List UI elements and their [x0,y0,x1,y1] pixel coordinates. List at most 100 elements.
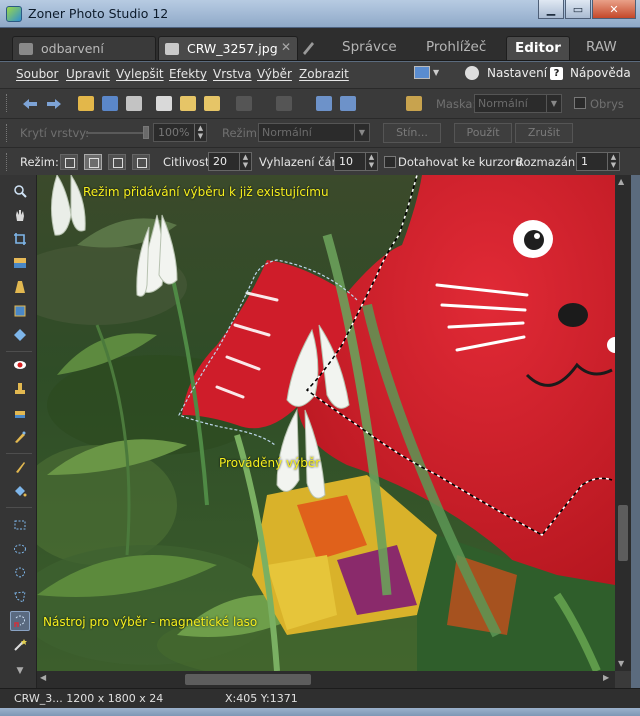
opacity-input[interactable]: 100% ▲ ▼ [153,123,207,142]
magnetic-lasso-tool-icon[interactable] [10,611,30,631]
mode-intersect-selection-icon[interactable] [132,154,150,170]
mode-add-selection-icon[interactable] [84,154,102,170]
zoom-fit-icon[interactable] [316,96,332,111]
image-icon [19,42,33,55]
perspective-tool-icon[interactable] [10,277,30,297]
copy-icon[interactable] [156,96,172,111]
opacity-label: Krytí vrstvy: [20,126,90,140]
mode-editor[interactable]: Editor [506,36,570,60]
close-window-button[interactable]: ✕ [592,0,636,19]
scroll-right-icon[interactable]: ▶ [603,673,609,682]
status-bar: CRW_3... 1200 x 1800 x 24 X:405 Y:1371 [0,688,640,708]
spin-arrows-icon: ▲ ▼ [365,153,377,170]
open-folder-icon[interactable] [78,96,94,111]
horizon-tool-icon[interactable] [10,253,30,273]
snap-to-cursor-checkbox[interactable] [384,156,396,168]
opacity-slider[interactable] [86,132,146,134]
mask-select[interactable]: Normální ▼ [474,94,562,113]
panel-scroll-down-icon[interactable]: ▼ [10,661,30,681]
lasso-tool-icon[interactable] [10,563,30,583]
selection-toolbar: Režim: Citlivost: 20 ▲ ▼ Vyhlazení čáry: … [0,147,640,175]
window-title: Zoner Photo Studio 12 [28,6,169,21]
main-toolbar: Maska: Normální ▼ Obrys [0,88,640,118]
tab-odbarveni[interactable]: odbarvení [12,36,156,60]
menu-zobrazit[interactable]: Zobrazit [299,67,349,81]
hand-tool-icon[interactable] [10,205,30,225]
redo-icon[interactable] [276,96,292,111]
menu-soubor[interactable]: Soubor [16,67,58,81]
tab-crw-3257[interactable]: CRW_3257.jpg ✕ [158,36,298,60]
sensitivity-input[interactable]: 20 ▲ ▼ [208,152,252,171]
menu-upravit[interactable]: Upravit [66,67,110,81]
smoothing-value: 10 [339,155,353,168]
mode-spravce[interactable]: Správce [334,36,405,60]
magic-wand-tool-icon[interactable] [10,635,30,655]
settings-menu[interactable]: Nastavení [465,66,547,80]
tab-close-icon[interactable]: ✕ [281,40,291,54]
horizontal-scrollbar[interactable]: ◀ ▶ [37,671,615,688]
status-file-info: CRW_3... 1200 x 1800 x 24 [14,692,164,705]
smoothing-input[interactable]: 10 ▲ ▼ [334,152,378,171]
paste-layer-icon[interactable] [204,96,220,111]
chevron-down-icon: ▼ [354,124,369,141]
undo-icon[interactable] [236,96,252,111]
mask-select-value: Normální [478,97,528,110]
vertical-scrollbar[interactable]: ▲ ▼ [615,175,631,671]
forward-arrow-icon[interactable] [46,98,62,110]
menu-vylepsit[interactable]: Vylepšit [116,67,164,81]
vertical-scroll-thumb[interactable] [618,505,628,561]
retouch-brush-tool-icon[interactable] [10,427,30,447]
blend-mode-select[interactable]: Normální ▼ [258,123,370,142]
zoom-actual-icon[interactable] [340,96,356,111]
maximize-button[interactable]: ▭ [565,0,591,19]
minimize-button[interactable]: ▁ [538,0,564,19]
mode-raw[interactable]: RAW [578,36,625,60]
blend-mode-value: Normální [262,126,312,139]
save-icon[interactable] [102,96,118,111]
scroll-up-icon[interactable]: ▲ [618,177,624,186]
menu-vyber[interactable]: Výběr [257,67,292,81]
resize-tool-icon[interactable] [10,301,30,321]
back-arrow-icon[interactable] [22,98,38,110]
crop-tool-icon[interactable] [10,229,30,249]
fill-tool-icon[interactable] [10,481,30,501]
blur-input[interactable]: 1 ▲ ▼ [576,152,620,171]
selection-mode-label: Režim: [20,155,59,169]
mode-subtract-selection-icon[interactable] [108,154,126,170]
shadow-button[interactable]: Stín... [383,123,441,143]
scroll-down-icon[interactable]: ▼ [618,659,624,668]
scroll-left-icon[interactable]: ◀ [40,673,46,682]
apply-button[interactable]: Použít [454,123,512,143]
healing-tool-icon[interactable] [10,403,30,423]
scroll-corner [615,671,631,688]
image-canvas[interactable]: Režim přidávání výběru k již existujícím… [37,175,615,671]
rect-select-tool-icon[interactable] [10,515,30,535]
toolbar-grip[interactable] [6,94,9,112]
zoom-tool-icon[interactable] [10,181,30,201]
outline-checkbox[interactable] [574,97,586,109]
menu-efekty[interactable]: Efekty [169,67,207,81]
mode-new-selection-icon[interactable] [60,154,78,170]
help-label: Nápověda [570,66,631,80]
paste-icon[interactable] [180,96,196,111]
clone-stamp-tool-icon[interactable] [10,379,30,399]
chevron-down-icon: ▼ [546,95,561,112]
red-eye-tool-icon[interactable] [10,355,30,375]
polygon-lasso-tool-icon[interactable] [10,587,30,607]
menu-vrstva[interactable]: Vrstva [213,67,252,81]
print-icon[interactable] [126,96,142,111]
brush-tool-icon[interactable] [10,457,30,477]
display-menu-button[interactable]: ▼ [414,66,439,79]
toolbar-grip[interactable] [6,153,9,171]
mask-brush-icon[interactable] [406,96,422,111]
toolbar-grip[interactable] [6,124,9,142]
help-menu[interactable]: ? Nápověda [550,66,631,80]
ellipse-select-tool-icon[interactable] [10,539,30,559]
cancel-button[interactable]: Zrušit [515,123,573,143]
horizontal-scroll-thumb[interactable] [185,674,311,685]
mode-prohlizec[interactable]: Prohlížeč [418,36,494,60]
photo [37,175,615,671]
opacity-slider-handle[interactable] [143,126,149,139]
transform-tool-icon[interactable] [10,325,30,345]
settings-label: Nastavení [487,66,548,80]
